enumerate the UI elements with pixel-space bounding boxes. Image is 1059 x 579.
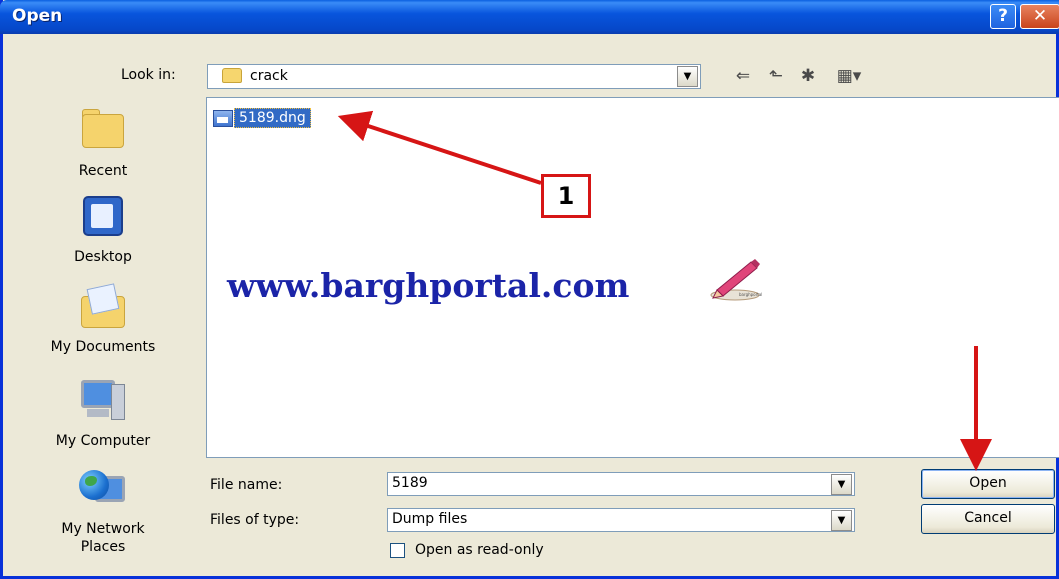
look-in-combo[interactable]: crack ▼ bbox=[207, 64, 701, 89]
place-desktop[interactable]: Desktop bbox=[17, 194, 189, 266]
new-folder-icon[interactable]: ✱ bbox=[795, 64, 821, 88]
file-list[interactable]: 5189.dng www.barghportal.com barghportal bbox=[206, 97, 1059, 458]
dng-file-icon bbox=[213, 109, 233, 127]
look-in-value: crack bbox=[250, 68, 288, 84]
look-in-label: Look in: bbox=[121, 67, 176, 83]
cancel-button[interactable]: Cancel bbox=[921, 504, 1055, 534]
file-type-select[interactable]: Dump files ▼ bbox=[387, 508, 855, 532]
pencil-logo-text: barghportal bbox=[739, 292, 762, 297]
file-name-field[interactable]: 5189 ▼ bbox=[387, 472, 855, 496]
open-button[interactable]: Open bbox=[921, 469, 1055, 499]
folder-icon bbox=[222, 68, 242, 83]
pencil-logo-icon: barghportal bbox=[710, 259, 762, 301]
place-label: My Documents bbox=[50, 339, 156, 355]
recent-folder-icon bbox=[79, 108, 127, 154]
up-one-level-icon[interactable]: ⬑ bbox=[763, 64, 789, 88]
place-my-documents[interactable]: My Documents bbox=[17, 283, 189, 356]
file-name-label: File name: bbox=[210, 477, 283, 493]
file-name-value: 5189 bbox=[392, 475, 428, 491]
chevron-down-icon[interactable]: ▼ bbox=[677, 66, 698, 87]
back-arrow-icon[interactable]: ⇐ bbox=[730, 64, 756, 88]
file-type-label: Files of type: bbox=[210, 512, 300, 528]
close-button[interactable]: ✕ bbox=[1020, 4, 1059, 29]
network-places-icon bbox=[79, 466, 127, 512]
watermark-text: www.barghportal.com bbox=[227, 266, 630, 305]
help-button[interactable]: ? bbox=[990, 4, 1016, 29]
my-documents-icon bbox=[79, 283, 127, 330]
place-label: Desktop bbox=[74, 249, 132, 265]
place-recent[interactable]: Recent bbox=[17, 108, 189, 180]
views-menu-icon[interactable]: ▦▾ bbox=[831, 64, 867, 88]
callout-badge: 1 bbox=[541, 174, 591, 218]
place-label: Recent bbox=[78, 163, 128, 179]
open-dialog: Open ? ✕ Look in: crack ▼ ⇐ ⬑ ✱ ▦▾ Recen… bbox=[0, 0, 1059, 579]
chevron-down-icon[interactable]: ▼ bbox=[831, 510, 852, 531]
place-label: My Network Places bbox=[61, 521, 145, 555]
place-my-computer[interactable]: My Computer bbox=[17, 378, 189, 450]
read-only-checkbox[interactable] bbox=[390, 543, 405, 558]
dialog-title: Open bbox=[12, 6, 63, 26]
my-computer-icon bbox=[79, 378, 127, 424]
file-name: 5189.dng bbox=[234, 108, 311, 128]
place-network[interactable]: My Network Places bbox=[17, 466, 189, 556]
read-only-label: Open as read-only bbox=[415, 542, 544, 558]
chevron-down-icon[interactable]: ▼ bbox=[831, 474, 852, 495]
file-type-value: Dump files bbox=[392, 511, 468, 527]
title-bar[interactable]: Open ? ✕ bbox=[0, 0, 1059, 34]
list-item[interactable]: 5189.dng bbox=[213, 107, 311, 129]
places-bar: Recent Desktop My Documents My Computer … bbox=[17, 96, 189, 564]
place-label: My Computer bbox=[55, 433, 151, 449]
desktop-icon bbox=[79, 194, 127, 240]
